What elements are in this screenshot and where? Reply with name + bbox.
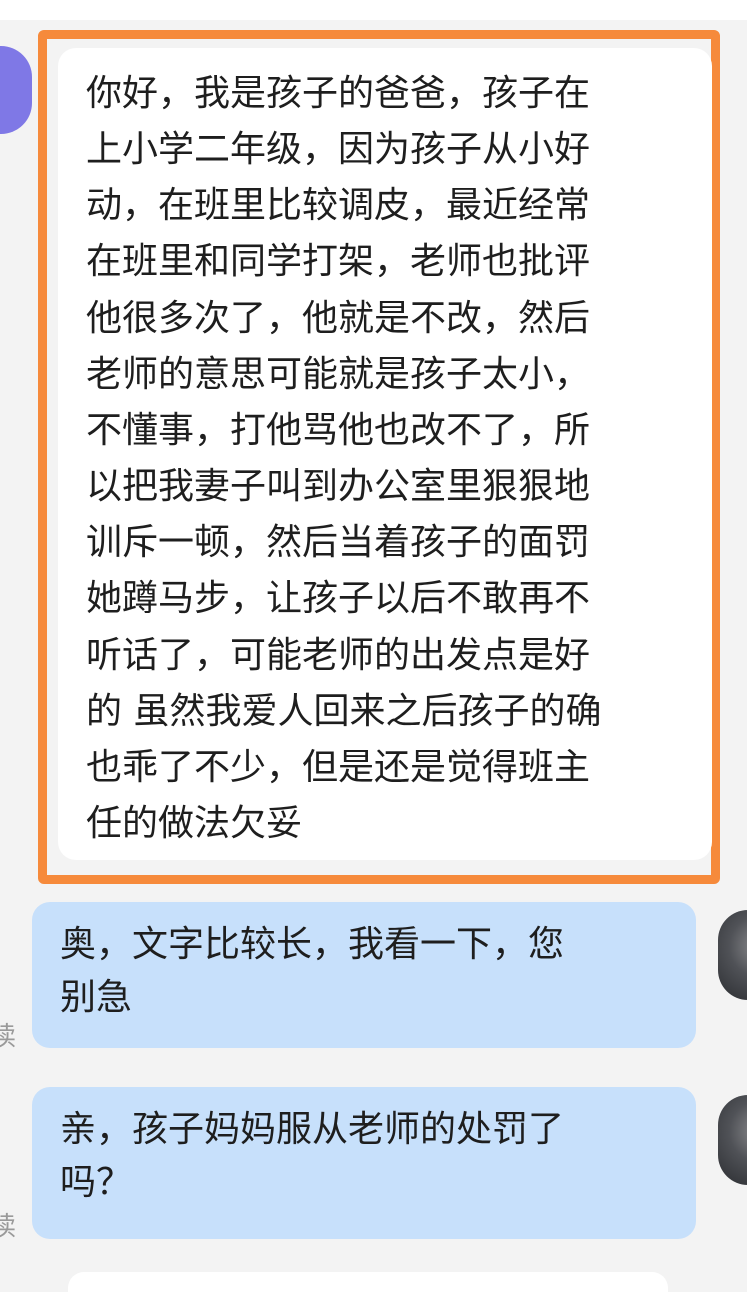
message-text-line: 你好，我是孩子的爸爸，孩子在 bbox=[86, 73, 591, 114]
message-text-line: 听话了，可能老师的出发点是好 bbox=[86, 634, 591, 676]
message-text-line: 任的做法欠妥 bbox=[86, 803, 303, 845]
read-status-label: 读 bbox=[0, 1212, 17, 1242]
message-text-line: 吗？ bbox=[60, 1162, 133, 1204]
message-text-line: 上小学二年级，因为孩子从小好 bbox=[86, 129, 591, 171]
self-avatar[interactable] bbox=[718, 1095, 747, 1185]
next-message-bubble-edge bbox=[68, 1272, 668, 1292]
message-text-line: 亲，孩子妈妈服从老师的处罚了 bbox=[60, 1109, 565, 1150]
message-text-line: 的 虽然我爱人回来之后孩子的确 bbox=[86, 690, 602, 732]
self-avatar[interactable] bbox=[718, 910, 747, 1000]
contact-avatar[interactable] bbox=[0, 46, 32, 134]
message-text-line: 也乖了不少，但是还是觉得班主 bbox=[86, 746, 591, 788]
message-text-line: 动，在班里比较调皮，最近经常 bbox=[86, 185, 591, 227]
message-text-line: 他很多次了，他就是不改，然后 bbox=[86, 297, 591, 339]
read-status-label: 读 bbox=[0, 1022, 17, 1052]
message-text-line: 以把我妻子叫到办公室里狠狠地 bbox=[86, 466, 591, 508]
message-text-line: 训斥一顿，然后当着孩子的面罚 bbox=[86, 522, 591, 564]
outgoing-message-bubble[interactable]: 亲，孩子妈妈服从老师的处罚了 吗？ bbox=[32, 1087, 696, 1239]
message-text-line: 奥，文字比较长，我看一下，您 bbox=[60, 924, 565, 965]
message-text-line: 别急 bbox=[60, 977, 133, 1019]
avatar-photo bbox=[718, 1095, 747, 1185]
avatar-photo bbox=[718, 910, 747, 1000]
message-text-line: 她蹲马步，让孩子以后不敢再不 bbox=[86, 578, 591, 620]
message-text-line: 老师的意思可能就是孩子太小， bbox=[86, 353, 591, 395]
message-text-line: 在班里和同学打架，老师也批评 bbox=[86, 241, 591, 283]
incoming-message-bubble[interactable]: 你好，我是孩子的爸爸，孩子在 上小学二年级，因为孩子从小好 动，在班里比较调皮，… bbox=[58, 48, 712, 860]
message-text-line: 不懂事，打他骂他也改不了，所 bbox=[86, 409, 591, 451]
top-strip bbox=[0, 0, 747, 20]
outgoing-message-bubble[interactable]: 奥，文字比较长，我看一下，您 别急 bbox=[32, 902, 696, 1048]
